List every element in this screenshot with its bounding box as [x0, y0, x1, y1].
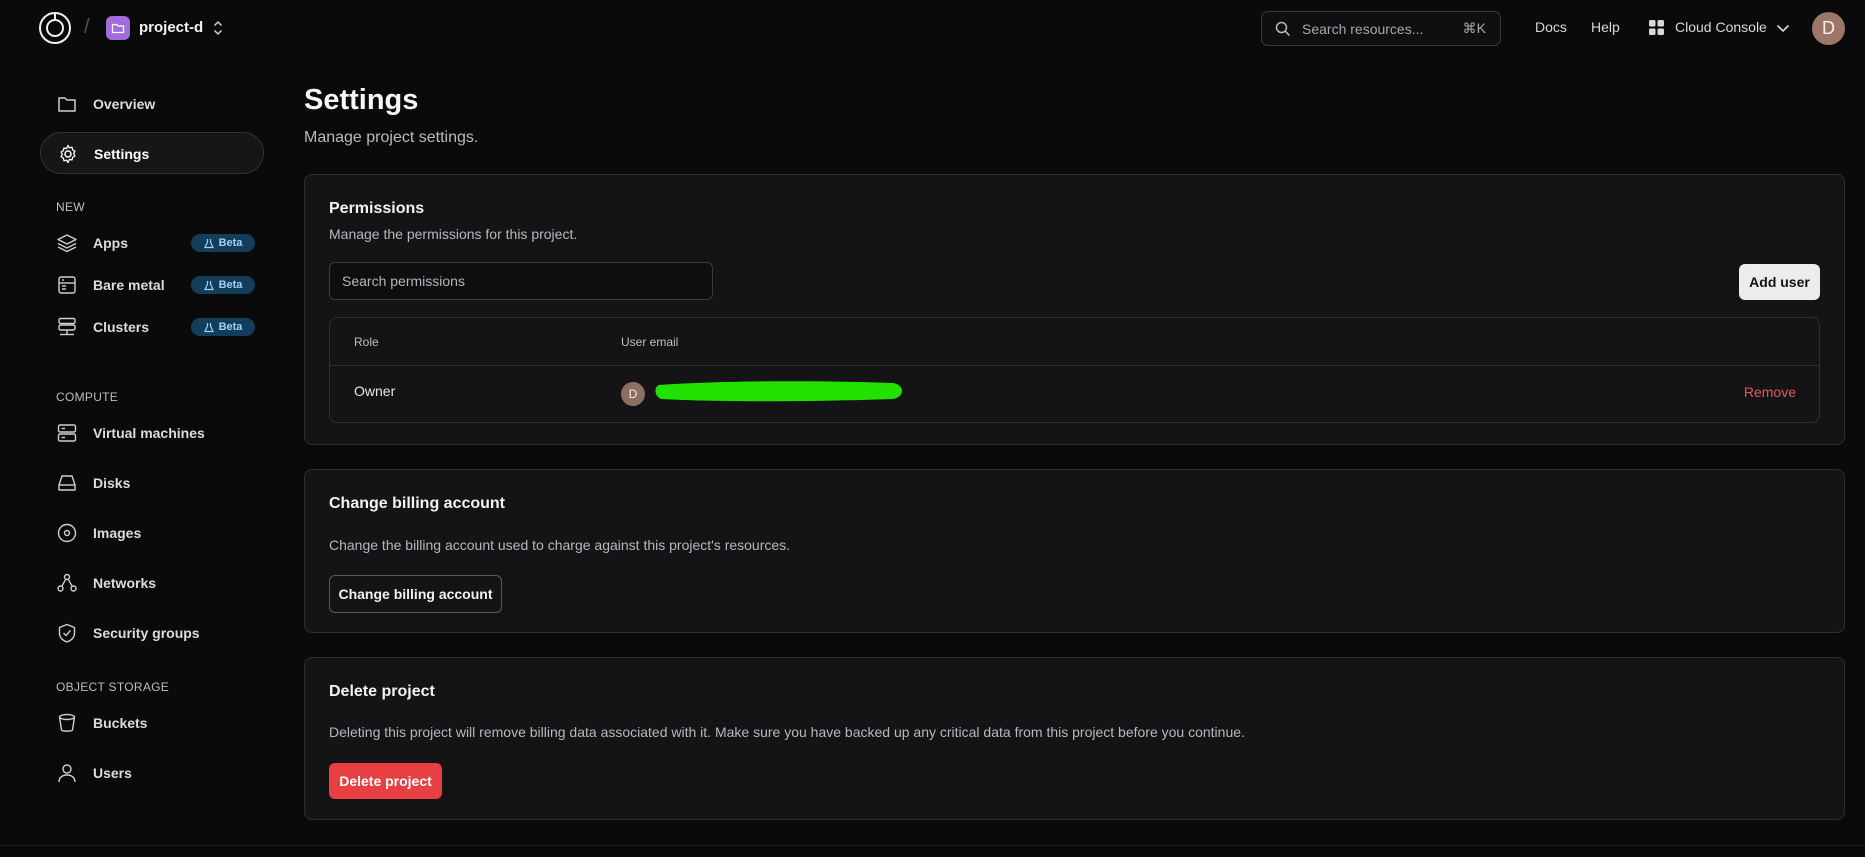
- beta-badge-label: Beta: [218, 279, 243, 291]
- sidebar-item-label: Overview: [93, 96, 156, 112]
- sidebar-item-images[interactable]: Images: [40, 512, 264, 554]
- chevron-up-down-icon[interactable]: [211, 17, 225, 39]
- section-heading-compute: COMPUTE: [56, 390, 119, 404]
- footer-divider: [0, 845, 1865, 846]
- delete-title: Delete project: [329, 683, 435, 700]
- redacted-email: [655, 381, 902, 402]
- section-heading-new: NEW: [56, 200, 85, 214]
- logo-icon[interactable]: [38, 11, 72, 45]
- sidebar-item-label: Security groups: [93, 625, 200, 641]
- sidebar-item-label: Buckets: [93, 715, 148, 731]
- permissions-description: Manage the permissions for this project.: [329, 226, 578, 242]
- page-subtitle: Manage project settings.: [304, 129, 479, 146]
- cluster-icon: [58, 317, 76, 336]
- delete-description: Deleting this project will remove billin…: [329, 724, 1245, 740]
- project-folder-icon[interactable]: [106, 16, 130, 40]
- remove-user-link[interactable]: Remove: [1744, 384, 1796, 400]
- permissions-card: Permissions Manage the permissions for t…: [304, 174, 1845, 445]
- disk-icon: [58, 475, 76, 491]
- layers-icon: [57, 234, 77, 253]
- folder-icon: [58, 97, 76, 112]
- table-header: Role User email: [330, 318, 1819, 366]
- sidebar-item-label: Virtual machines: [93, 425, 205, 441]
- network-icon: [57, 573, 77, 592]
- column-header-user-email: User email: [621, 335, 679, 349]
- breadcrumb-separator: /: [84, 16, 90, 38]
- page-title: Settings: [304, 84, 419, 116]
- section-heading-object-storage: OBJECT STORAGE: [56, 680, 170, 694]
- sidebar-item-label: Settings: [94, 146, 150, 162]
- grid-icon: [1649, 20, 1664, 35]
- sidebar-item-virtual-machines[interactable]: Virtual machines: [40, 412, 264, 454]
- search-icon: [1275, 21, 1291, 37]
- sidebar-item-buckets[interactable]: Buckets: [40, 702, 264, 744]
- sidebar-item-label: Apps: [93, 235, 128, 251]
- sidebar-item-label: Images: [93, 525, 142, 541]
- billing-description: Change the billing account used to charg…: [329, 537, 791, 553]
- sidebar-item-label: Networks: [93, 575, 157, 591]
- sidebar-item-security-groups[interactable]: Security groups: [40, 612, 264, 654]
- row-role: Owner: [354, 383, 396, 399]
- gear-icon: [60, 144, 76, 164]
- chevron-down-icon[interactable]: [1775, 20, 1791, 36]
- sidebar-item-bare-metal[interactable]: Bare metal Beta: [40, 264, 264, 306]
- sidebar-item-label: Clusters: [93, 319, 150, 335]
- top-bar: / project-d Search resources... ⌘K Docs …: [0, 0, 1865, 56]
- sidebar-item-users[interactable]: Users: [40, 752, 264, 794]
- row-user-avatar: D: [621, 382, 645, 406]
- sidebar-item-label: Disks: [93, 475, 131, 491]
- server-icon: [57, 424, 77, 442]
- search-placeholder: Search resources...: [1302, 21, 1424, 37]
- help-link[interactable]: Help: [1591, 19, 1620, 35]
- search-shortcut: ⌘K: [1462, 20, 1486, 36]
- search-permissions-input[interactable]: [329, 262, 713, 300]
- flask-icon: [203, 280, 214, 290]
- sidebar-item-networks[interactable]: Networks: [40, 562, 264, 604]
- project-name[interactable]: project-d: [139, 19, 203, 36]
- sidebar-item-overview[interactable]: Overview: [40, 83, 264, 125]
- sidebar-item-clusters[interactable]: Clusters Beta: [40, 306, 264, 348]
- change-billing-account-button[interactable]: Change billing account: [329, 575, 502, 613]
- flask-icon: [203, 322, 214, 332]
- cloud-console-menu[interactable]: Cloud Console: [1675, 19, 1767, 35]
- billing-title: Change billing account: [329, 495, 506, 512]
- user-avatar[interactable]: D: [1812, 12, 1845, 45]
- user-icon: [58, 764, 76, 783]
- docs-link[interactable]: Docs: [1535, 19, 1567, 35]
- flask-icon: [203, 238, 214, 248]
- bucket-icon: [58, 713, 76, 732]
- shield-icon: [58, 623, 76, 643]
- beta-badge-label: Beta: [218, 237, 243, 249]
- server-chip-icon: [58, 276, 76, 294]
- sidebar-item-apps[interactable]: Apps Beta: [40, 222, 264, 264]
- sidebar-item-settings[interactable]: Settings: [40, 132, 264, 174]
- sidebar-item-disks[interactable]: Disks: [40, 462, 264, 504]
- beta-badge: Beta: [191, 318, 255, 336]
- add-user-button[interactable]: Add user: [1739, 264, 1820, 300]
- permissions-title: Permissions: [329, 200, 425, 217]
- delete-project-button[interactable]: Delete project: [329, 763, 442, 799]
- global-search[interactable]: Search resources... ⌘K: [1261, 11, 1501, 46]
- permissions-table: Role User email Owner D Remove: [329, 317, 1820, 423]
- delete-project-card: Delete project Deleting this project wil…: [304, 657, 1845, 820]
- billing-card: Change billing account Change the billin…: [304, 469, 1845, 633]
- beta-badge-label: Beta: [218, 321, 243, 333]
- column-header-role: Role: [354, 335, 379, 349]
- beta-badge: Beta: [191, 276, 255, 294]
- sidebar-item-label: Users: [93, 765, 132, 781]
- beta-badge: Beta: [191, 234, 255, 252]
- sidebar-item-label: Bare metal: [93, 277, 165, 293]
- sidebar: Overview Settings NEW Apps Beta Bare met…: [0, 56, 280, 857]
- image-disc-icon: [57, 523, 77, 543]
